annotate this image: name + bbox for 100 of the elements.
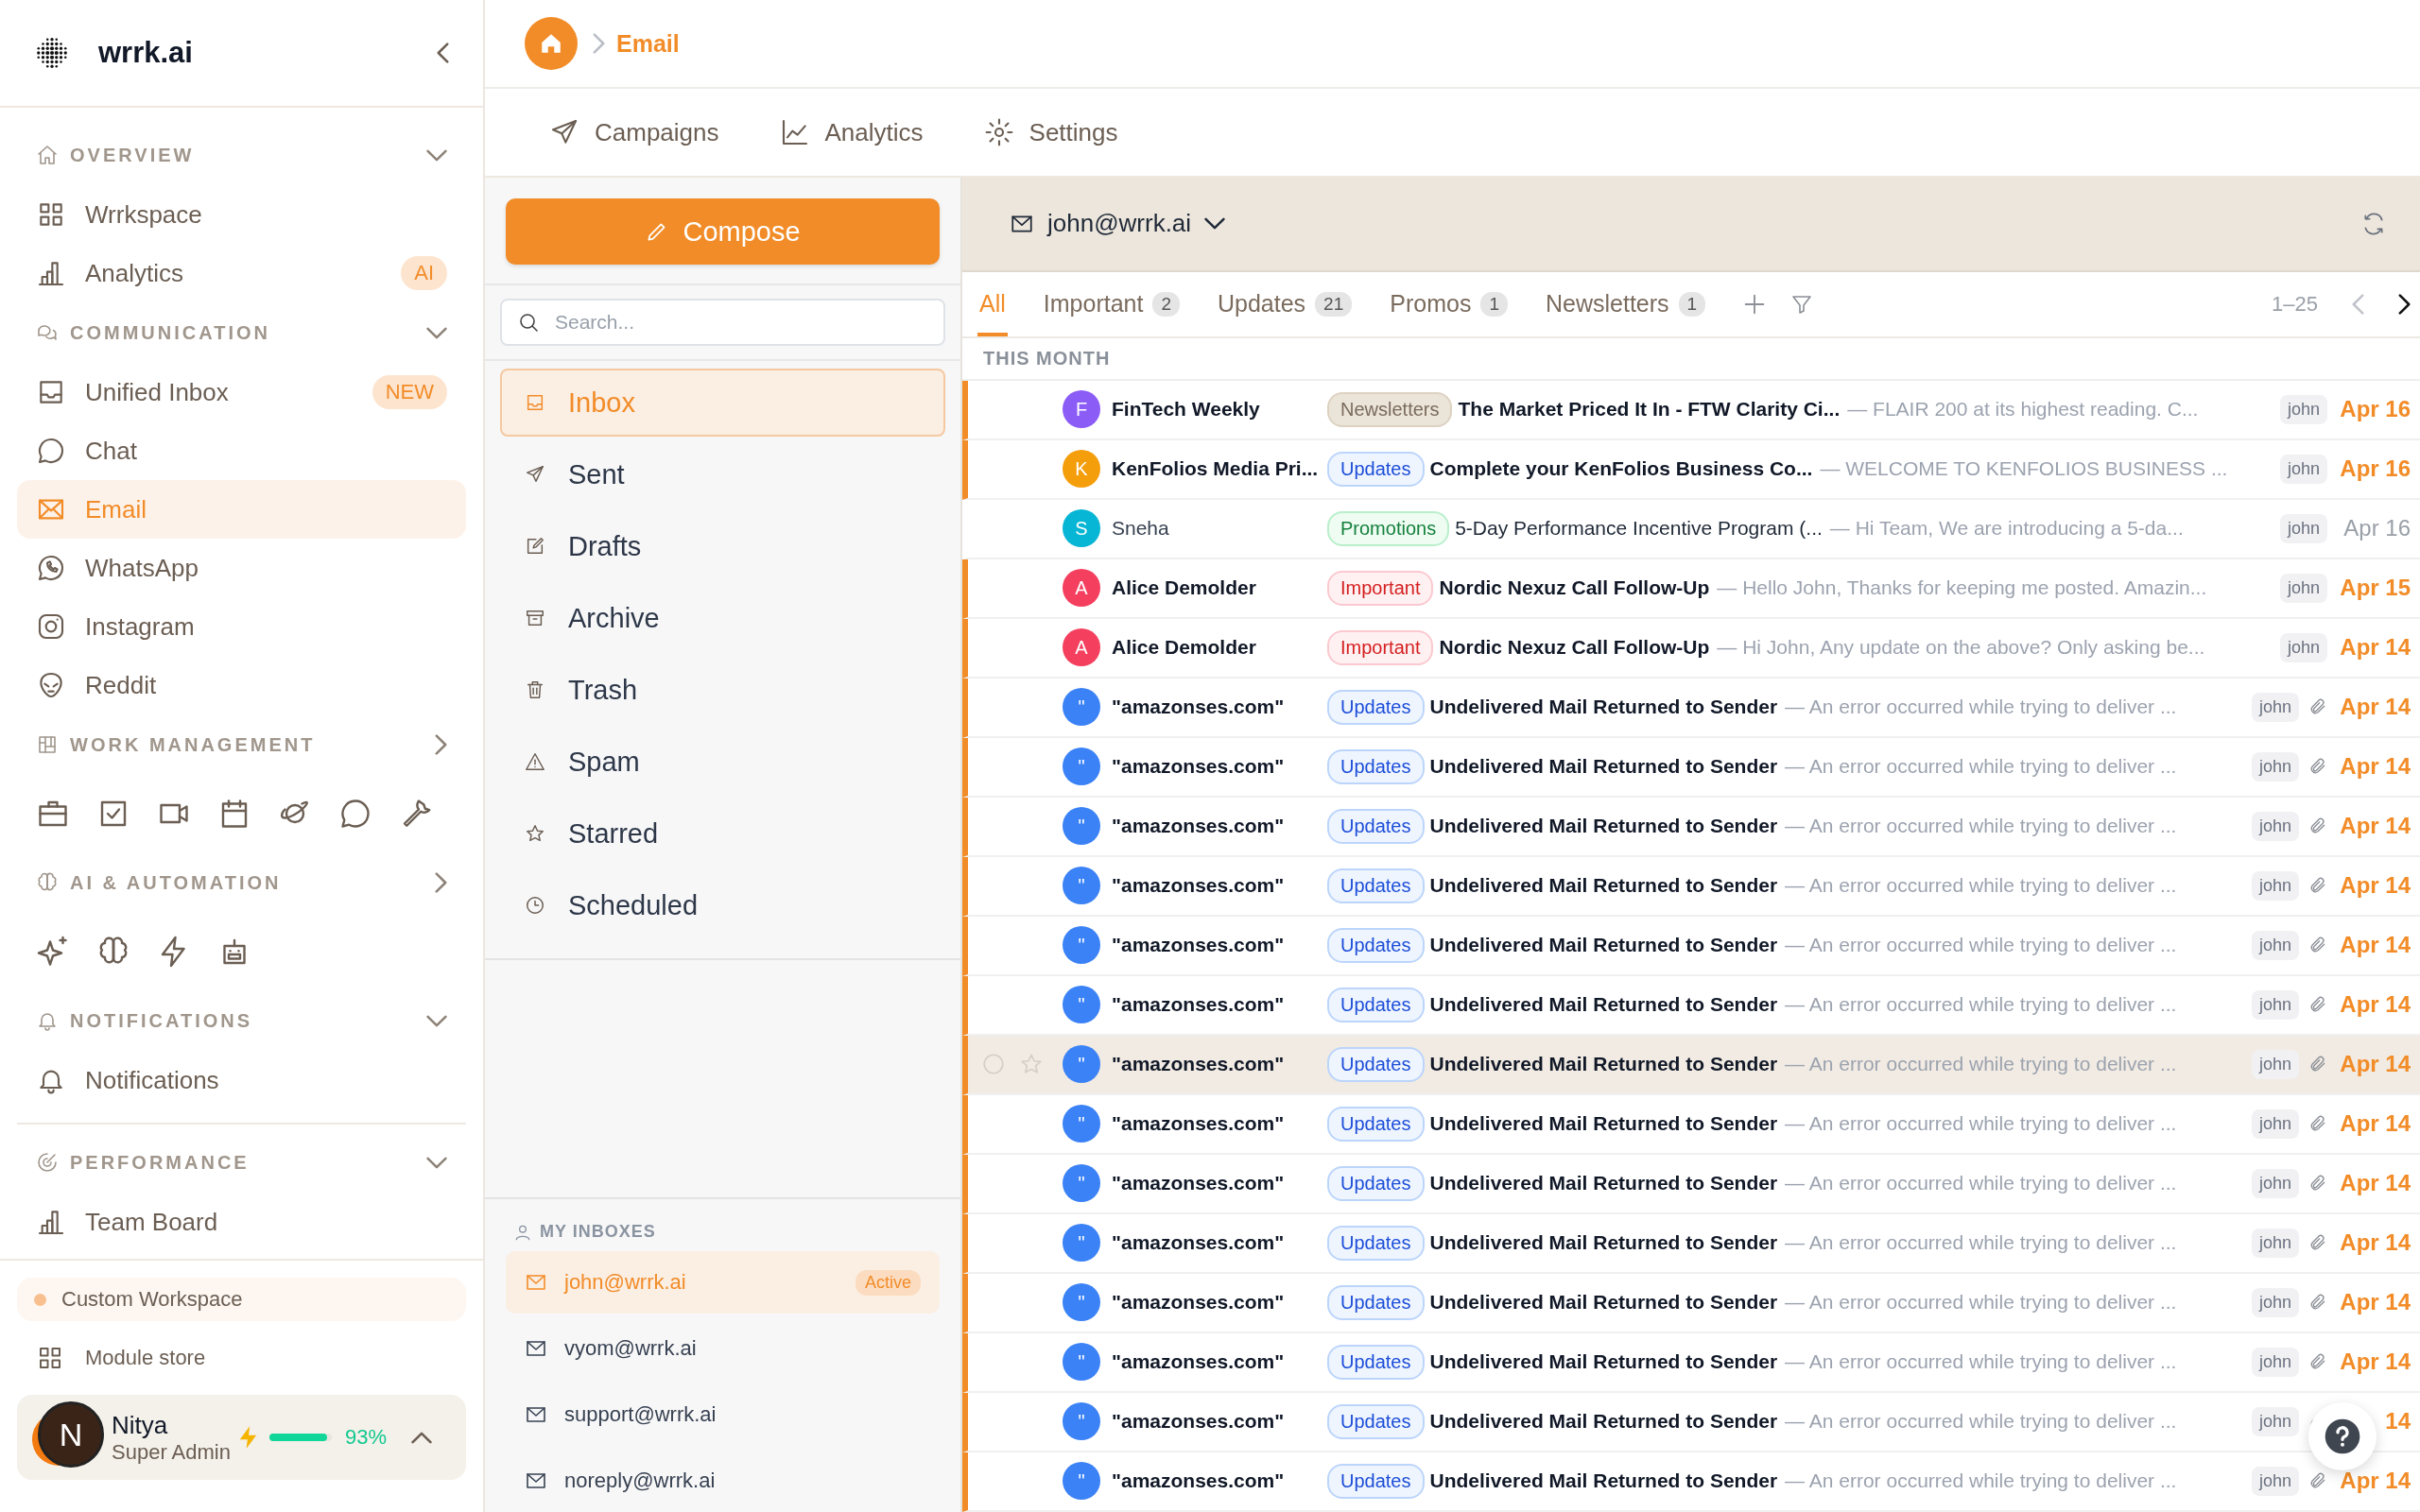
- email-subject: Complete your KenFolios Business Co...: [1429, 457, 1813, 481]
- email-date: Apr 16: [2339, 396, 2411, 423]
- star-icon: [525, 823, 545, 844]
- email-row[interactable]: " "amazonses.com" Updates Undelivered Mail Returned to Sender — An error occurred while trying to deliver ... john Apr 14: [962, 1036, 2420, 1095]
- sidebar-item[interactable]: Wrrkspace: [17, 185, 466, 244]
- mailbox-account-item[interactable]: vyom@wrrk.ai: [506, 1317, 940, 1380]
- sender-name: "amazonses.com": [1112, 1231, 1286, 1255]
- filter-tab[interactable]: Newsletters 1: [1543, 271, 1708, 336]
- tab-count: 1: [1678, 291, 1706, 317]
- usage-reading: 93%: [344, 1425, 387, 1450]
- folder-item[interactable]: Drafts: [500, 512, 945, 580]
- sidebar-item[interactable]: Instagram: [17, 597, 466, 656]
- email-subject: Undelivered Mail Returned to Sender: [1429, 1053, 1778, 1076]
- user-role: Super Admin: [112, 1439, 232, 1465]
- email-row[interactable]: " "amazonses.com" Updates Undelivered Mail Returned to Sender — An error occurred while trying to deliver ... john Apr 14: [962, 798, 2420, 857]
- email-row[interactable]: A Alice Demolder Important Nordic Nexuz Call Follow-Up — Hello John, Thanks for keeping me posted. Amazin... john Apr 15: [962, 559, 2420, 619]
- sidebar-item[interactable]: Notifications: [17, 1051, 466, 1109]
- account-tag: john: [2251, 871, 2299, 901]
- filter-tab[interactable]: Updates 21: [1216, 271, 1355, 336]
- chat-bubble-icon: [36, 436, 66, 466]
- refresh-button[interactable]: [2361, 211, 2386, 236]
- email-preview: — An error occurred while trying to deliver ...: [1785, 1053, 2178, 1076]
- mailbox-account-item[interactable]: noreply@wrrk.ai: [506, 1450, 940, 1512]
- label-tag: Promotions: [1327, 511, 1450, 546]
- email-preview: — An error occurred while trying to deliver ...: [1785, 874, 2178, 898]
- email-row[interactable]: " "amazonses.com" Updates Undelivered Mail Returned to Sender — An error occurred while trying to deliver ... john Apr 14: [962, 857, 2420, 917]
- help-button[interactable]: [2308, 1402, 2377, 1470]
- sidebar-item[interactable]: WhatsApp: [17, 539, 466, 597]
- email-preview: — FLAIR 200 at its highest reading. C...: [1847, 398, 2200, 421]
- collapse-sidebar-button[interactable]: [437, 43, 449, 63]
- sparkle-icon[interactable]: [36, 935, 70, 969]
- email-row[interactable]: K KenFolios Media Pri... Updates Complete your KenFolios Business Co... — WELCOME TO KENFOLIOS BUSINESS ... john Apr 16: [962, 440, 2420, 500]
- email-subject: Undelivered Mail Returned to Sender: [1429, 1350, 1778, 1374]
- email-row[interactable]: " "amazonses.com" Updates Undelivered Mail Returned to Sender — An error occurred while trying to deliver ... john Apr 14: [962, 917, 2420, 976]
- email-row[interactable]: A Alice Demolder Important Nordic Nexuz Call Follow-Up — Hi John, Any update on the above? Only asking be... john Apr 14: [962, 619, 2420, 679]
- sender-name: "amazonses.com": [1112, 1291, 1286, 1314]
- custom-workspace-item[interactable]: Custom Workspace: [17, 1278, 466, 1321]
- inbox-tray-icon: [525, 392, 545, 413]
- module-store-link[interactable]: Module store: [17, 1331, 466, 1385]
- refresh-icon: [2361, 211, 2386, 236]
- email-row[interactable]: F FinTech Weekly Newsletters The Market Priced It In - FTW Clarity Ci... — FLAIR 200 at its highest reading. C... john Apr 16: [962, 381, 2420, 440]
- email-date: Apr 14: [2339, 694, 2411, 721]
- sender-name: "amazonses.com": [1112, 1410, 1286, 1434]
- checkbox-icon[interactable]: [981, 1052, 1006, 1077]
- search-icon: [517, 311, 540, 334]
- folder-item[interactable]: Trash: [500, 656, 945, 724]
- email-preview: — An error occurred while trying to deliver ...: [1785, 1291, 2178, 1314]
- label-tag: Updates: [1327, 868, 1425, 903]
- label-tag: Updates: [1327, 1464, 1425, 1499]
- folder-item[interactable]: Scheduled: [500, 871, 945, 939]
- sender-avatar: A: [1063, 569, 1100, 608]
- folder-item[interactable]: Starred: [500, 799, 945, 868]
- search-field[interactable]: Search...: [500, 299, 945, 346]
- target-icon: [36, 1151, 59, 1174]
- sidebar-item[interactable]: Chat: [17, 421, 466, 480]
- nav-tab[interactable]: Analytics: [779, 117, 924, 147]
- email-row[interactable]: " "amazonses.com" Updates Undelivered Mail Returned to Sender — An error occurred while trying to deliver ... john Apr 14: [962, 1155, 2420, 1214]
- email-date: Apr 14: [2339, 1229, 2411, 1257]
- chat-bubble-icon[interactable]: [338, 797, 372, 831]
- email-row[interactable]: " "amazonses.com" Updates Undelivered Mail Returned to Sender — An error occurred while trying to deliver ... john Apr 14: [962, 738, 2420, 798]
- email-row[interactable]: " "amazonses.com" Updates Undelivered Mail Returned to Sender — An error occurred while trying to deliver ... john Apr 14: [962, 679, 2420, 738]
- dotted-logo-icon: [34, 35, 70, 71]
- email-subject: The Market Priced It In - FTW Clarity Ci...: [1458, 398, 1841, 421]
- email-date: Apr 14: [2339, 991, 2411, 1019]
- workspace-label: Custom Workspace: [61, 1287, 243, 1312]
- folder-item[interactable]: Archive: [500, 584, 945, 652]
- chevron-right-icon: [435, 872, 447, 893]
- sender-avatar: S: [1063, 509, 1100, 548]
- sidebar-item[interactable]: Analytics AI: [17, 244, 466, 302]
- email-subject: Undelivered Mail Returned to Sender: [1429, 815, 1778, 838]
- email-subject: Undelivered Mail Returned to Sender: [1429, 934, 1778, 957]
- nav-tab[interactable]: Settings: [983, 117, 1118, 147]
- email-row[interactable]: " "amazonses.com" Updates Undelivered Mail Returned to Sender — An error occurred while trying to deliver ... john Apr 14: [962, 1274, 2420, 1333]
- sender-name: "amazonses.com": [1112, 755, 1286, 779]
- mailbox-account-item[interactable]: support@wrrk.ai: [506, 1383, 940, 1446]
- folder-item[interactable]: Sent: [500, 440, 945, 508]
- email-date: Apr 15: [2339, 575, 2411, 602]
- chevron-down-icon: [1204, 217, 1226, 231]
- sidebar-item[interactable]: Team Board: [17, 1193, 466, 1251]
- email-date: Apr 16: [2339, 455, 2411, 483]
- chevron-right-icon[interactable]: [2398, 293, 2411, 315]
- email-date: Apr 14: [2339, 1110, 2411, 1138]
- status-tag: Active: [855, 1269, 921, 1296]
- filter-tab[interactable]: Important 2: [1041, 271, 1182, 336]
- settings-icon: [983, 117, 1014, 147]
- sender-name: "amazonses.com": [1112, 874, 1286, 898]
- nav-tab[interactable]: Campaigns: [549, 117, 719, 147]
- sidebar-item[interactable]: Unified Inbox NEW: [17, 363, 466, 421]
- account-tag: john: [2251, 752, 2299, 782]
- filter-tab[interactable]: Promos 1: [1388, 271, 1510, 336]
- email-row[interactable]: " "amazonses.com" Updates Undelivered Mail Returned to Sender — An error occurred while trying to deliver ... john Apr 14: [962, 1333, 2420, 1393]
- folder-item[interactable]: Spam: [500, 728, 945, 796]
- email-row[interactable]: " "amazonses.com" Updates Undelivered Mail Returned to Sender — An error occurred while trying to deliver ... john Apr 14: [962, 1095, 2420, 1155]
- sender-name: "amazonses.com": [1112, 1350, 1286, 1374]
- email-date: Apr 14: [2339, 1468, 2411, 1495]
- email-row[interactable]: S Sneha Promotions 5-Day Performance Incentive Program (... — Hi Team, We are introducing a 5-da... john Apr 16: [962, 500, 2420, 559]
- sidebar-item[interactable]: Reddit: [17, 656, 466, 714]
- label-tag: Updates: [1327, 1226, 1425, 1261]
- email-row[interactable]: " "amazonses.com" Updates Undelivered Mail Returned to Sender — An error occurred while trying to deliver ... john Apr 14: [962, 1214, 2420, 1274]
- board-icon: [36, 733, 59, 756]
